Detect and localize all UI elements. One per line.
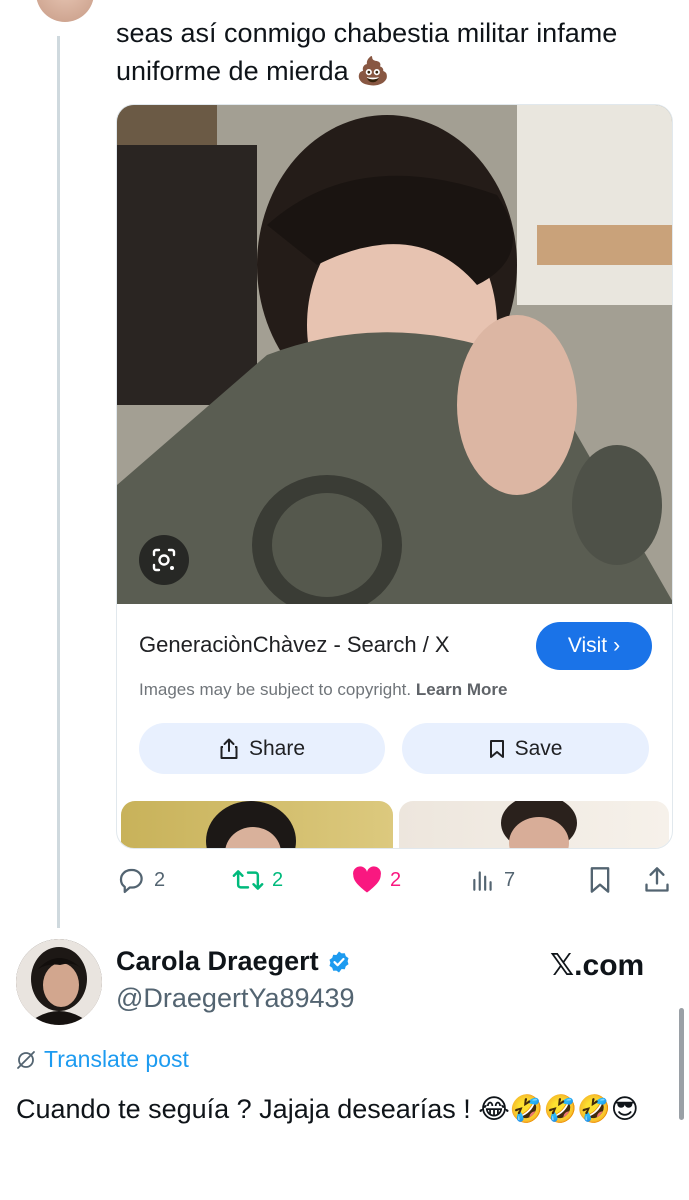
repost-icon [232, 870, 264, 890]
translate-icon [17, 1050, 35, 1069]
reply-text: Cuando te seguía ? Jajaja desearías ! 😂🤣… [16, 1094, 639, 1124]
related-image-thumbnail[interactable] [399, 801, 669, 848]
post-text: seas así conmigo chabestia militar infam… [116, 18, 618, 86]
engagement-bar: 2 2 2 7 [116, 862, 676, 898]
source-title[interactable]: GeneraciònChàvez - Search / X [139, 632, 450, 658]
avatar[interactable] [16, 939, 102, 1025]
chevron-right-icon: › [613, 634, 621, 657]
save-button[interactable]: Save [402, 723, 649, 774]
photo-illustration [117, 105, 672, 604]
analytics-icon [473, 871, 492, 891]
display-name[interactable]: Carola Draegert [116, 946, 351, 977]
share-button[interactable]: Share [139, 723, 385, 774]
views-action[interactable]: 7 [470, 862, 515, 898]
lens-search-icon[interactable] [139, 535, 189, 585]
bookmark-action[interactable] [588, 862, 612, 898]
repost-count: 2 [272, 868, 284, 891]
thread-connector-line [57, 36, 60, 928]
search-result-photo[interactable] [117, 105, 672, 604]
reply-count: 2 [154, 868, 166, 891]
view-count: 7 [504, 868, 516, 891]
share-icon [645, 867, 669, 892]
avatar-illustration [16, 939, 102, 1025]
repost-action[interactable]: 2 [232, 862, 283, 898]
reply-action[interactable]: 2 [116, 862, 165, 898]
like-count: 2 [390, 868, 402, 891]
share-action[interactable] [644, 862, 670, 898]
x-brand-logo: 𝕏.com [550, 949, 645, 982]
bookmark-icon [489, 739, 504, 758]
heart-icon [353, 866, 381, 893]
thumbnail-illustration [501, 801, 577, 848]
display-name-text: Carola Draegert [116, 946, 319, 976]
copyright-notice: Images may be subject to copyright. Lear… [139, 680, 508, 700]
thumbnail-illustration [206, 801, 296, 848]
previous-post-avatar[interactable] [36, 0, 94, 22]
share-icon [220, 738, 238, 759]
image-search-card: GeneraciònChàvez - Search / X Visit › Im… [116, 104, 673, 849]
scrollbar-thumb[interactable] [679, 1008, 684, 1120]
verified-badge-icon [329, 951, 349, 972]
like-action[interactable]: 2 [352, 862, 401, 898]
copyright-text: Images may be subject to copyright. [139, 680, 412, 699]
translate-label: Translate post [44, 1046, 189, 1072]
reply-icon [119, 868, 143, 893]
learn-more-link[interactable]: Learn More [416, 680, 508, 699]
related-image-thumbnail[interactable] [121, 801, 393, 848]
save-label: Save [514, 736, 563, 760]
visit-label: Visit [567, 634, 608, 657]
translate-post-link[interactable]: Translate post [16, 1046, 189, 1073]
visit-button[interactable]: Visit › [536, 622, 652, 670]
bookmark-icon [590, 867, 610, 893]
share-label: Share [248, 736, 306, 760]
user-handle[interactable]: @DraegertYa89439 [116, 983, 355, 1014]
